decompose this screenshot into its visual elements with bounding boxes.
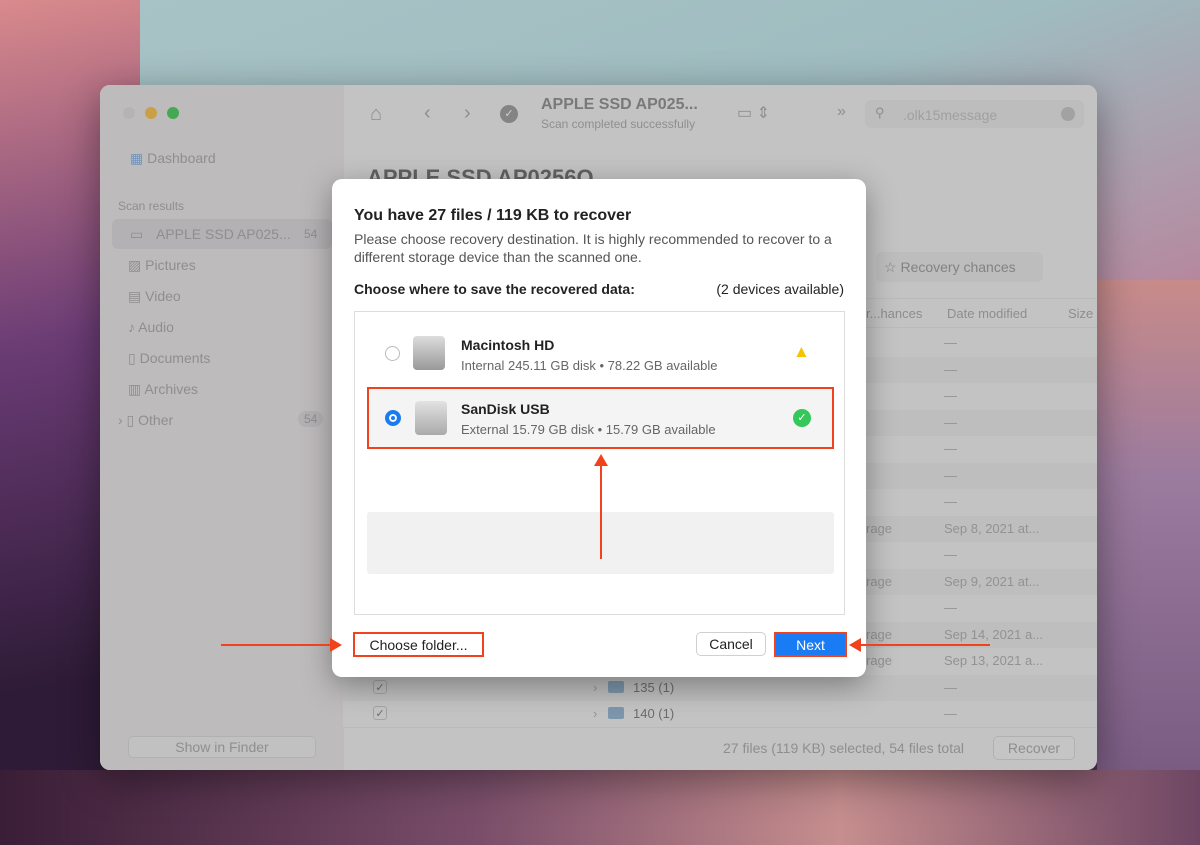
cancel-button[interactable]: Cancel bbox=[696, 632, 766, 656]
next-button[interactable]: Next bbox=[774, 632, 847, 657]
usb-drive-icon bbox=[415, 401, 447, 435]
ok-icon: ✓ bbox=[793, 409, 811, 427]
radio-button-selected[interactable] bbox=[385, 410, 401, 426]
annotation-arrow bbox=[860, 644, 990, 646]
recovery-dialog: You have 27 files / 119 KB to recover Pl… bbox=[332, 179, 866, 677]
warning-icon: ▲ bbox=[793, 342, 810, 361]
radio-button[interactable] bbox=[385, 346, 400, 361]
devices-count: (2 devices available) bbox=[716, 281, 844, 297]
arrow-head bbox=[330, 638, 342, 652]
wallpaper bbox=[1097, 280, 1200, 770]
annotation-arrow bbox=[600, 459, 602, 559]
arrow-head bbox=[594, 454, 608, 466]
dialog-description: Please choose recovery destination. It i… bbox=[354, 231, 832, 265]
device-sandisk-usb[interactable]: SanDisk USB External 15.79 GB disk • 15.… bbox=[367, 387, 834, 449]
annotation-arrow bbox=[221, 644, 331, 646]
dialog-title: You have 27 files / 119 KB to recover bbox=[354, 207, 632, 224]
arrow-head bbox=[849, 638, 861, 652]
wallpaper bbox=[0, 770, 1200, 845]
hard-drive-icon bbox=[413, 336, 445, 370]
device-macintosh-hd[interactable]: Macintosh HD Internal 245.11 GB disk • 7… bbox=[355, 324, 844, 384]
choose-folder-button[interactable]: Choose folder... bbox=[353, 632, 484, 657]
